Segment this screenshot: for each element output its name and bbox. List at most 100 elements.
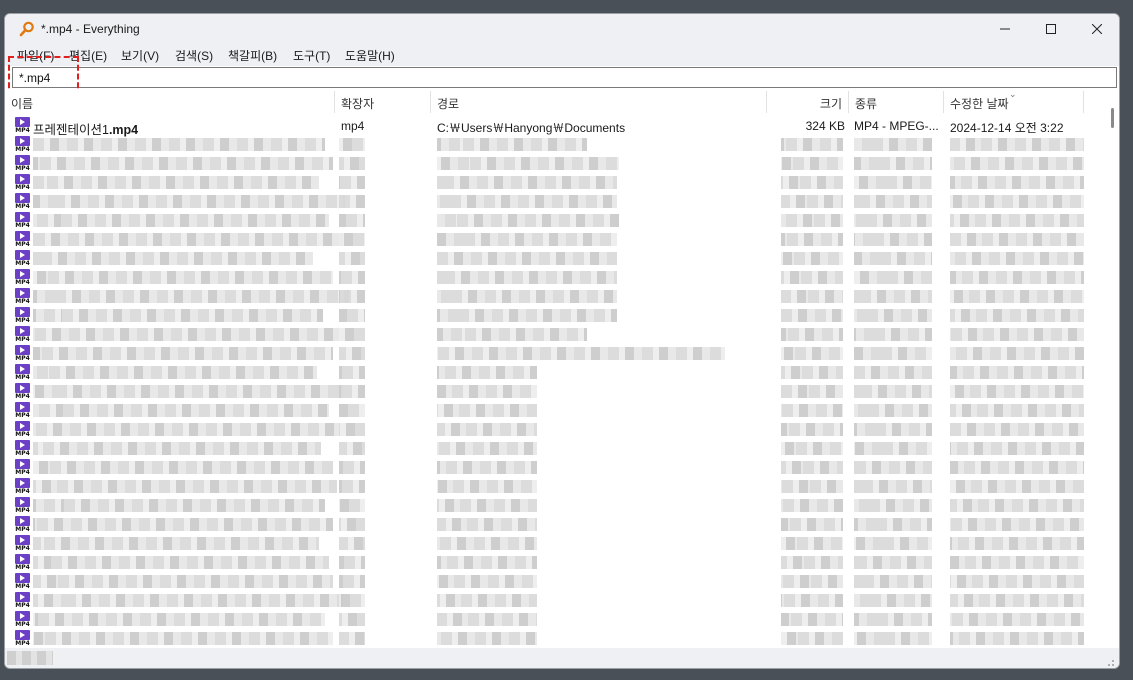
redacted-cell — [33, 176, 319, 189]
search-input[interactable] — [12, 67, 1117, 88]
table-row[interactable]: MP4 — [5, 135, 1103, 154]
mp4-file-icon: MP4 — [14, 193, 31, 210]
redacted-cell — [437, 632, 537, 645]
table-row[interactable]: MP4 — [5, 230, 1103, 249]
table-row[interactable]: MP4 프레젠테이션1.mp4 mp4 C:￦Users￦Hanyong￦Doc… — [5, 116, 1103, 137]
table-row[interactable]: MP4 — [5, 629, 1103, 648]
mp4-file-icon: MP4 — [14, 326, 31, 343]
redacted-cell — [854, 233, 932, 246]
redacted-cell — [33, 252, 313, 265]
column-name[interactable]: 이름 — [5, 91, 335, 113]
maximize-button[interactable] — [1028, 14, 1074, 44]
redacted-cell — [854, 594, 932, 607]
magnifier-icon — [19, 21, 34, 37]
table-row[interactable]: MP4 — [5, 439, 1103, 458]
scroll-thumb[interactable] — [1111, 108, 1114, 128]
table-row[interactable]: MP4 — [5, 477, 1103, 496]
file-path: C:￦Users￦Hanyong￦Documents — [437, 121, 626, 135]
redacted-cell — [854, 328, 932, 341]
table-row[interactable]: MP4 — [5, 268, 1103, 287]
mp4-file-icon: MP4 — [14, 611, 31, 628]
resize-grip-icon[interactable] — [1105, 657, 1115, 667]
table-row[interactable]: MP4 — [5, 192, 1103, 211]
redacted-cell — [437, 366, 537, 379]
redacted-cell — [33, 480, 337, 493]
table-row[interactable]: MP4 — [5, 553, 1103, 572]
table-row[interactable]: MP4 — [5, 401, 1103, 420]
menu-edit[interactable]: 편집(E) — [69, 47, 107, 64]
redacted-cell — [781, 309, 843, 322]
column-path[interactable]: 경로 — [431, 91, 767, 113]
column-type[interactable]: 종류 — [849, 91, 944, 113]
mp4-file-icon: MP4 — [14, 459, 31, 476]
table-row[interactable]: MP4 — [5, 610, 1103, 629]
column-extension[interactable]: 확장자 — [335, 91, 431, 113]
redacted-cell — [437, 271, 617, 284]
redacted-cell — [339, 556, 365, 569]
redacted-cell — [437, 499, 537, 512]
file-extension: mp4 — [341, 119, 365, 133]
redacted-cell — [339, 632, 365, 645]
redacted-cell — [437, 537, 537, 550]
close-button[interactable] — [1074, 14, 1119, 44]
table-row[interactable]: MP4 — [5, 211, 1103, 230]
redacted-cell — [854, 385, 932, 398]
redacted-cell — [33, 461, 333, 474]
title-bar[interactable]: *.mp4 - Everything — [5, 14, 1119, 44]
table-row[interactable]: MP4 — [5, 344, 1103, 363]
menu-search[interactable]: 검색(S) — [175, 47, 213, 64]
redacted-cell — [33, 613, 325, 626]
table-row[interactable]: MP4 — [5, 515, 1103, 534]
menu-help[interactable]: 도움말(H) — [345, 47, 395, 64]
table-row[interactable]: MP4 — [5, 458, 1103, 477]
redacted-cell — [437, 442, 537, 455]
mp4-file-icon: MP4 — [14, 269, 31, 286]
table-row[interactable]: MP4 — [5, 572, 1103, 591]
vertical-scrollbar[interactable] — [1106, 91, 1119, 648]
redacted-cell — [339, 214, 365, 227]
redacted-cell — [33, 309, 323, 322]
redacted-cell — [950, 138, 1084, 151]
table-row[interactable]: MP4 — [5, 154, 1103, 173]
mp4-file-icon: MP4 — [14, 630, 31, 647]
status-text-redacted — [7, 651, 53, 665]
menu-file[interactable]: 파일(F) — [17, 47, 54, 64]
redacted-cell — [33, 290, 349, 303]
table-row[interactable]: MP4 — [5, 306, 1103, 325]
redacted-cell — [854, 366, 932, 379]
redacted-cell — [33, 233, 343, 246]
redacted-cell — [950, 632, 1084, 645]
table-row[interactable]: MP4 — [5, 420, 1103, 439]
redacted-cell — [781, 632, 843, 645]
menu-bookmarks[interactable]: 책갈피(B) — [228, 47, 277, 64]
file-list[interactable]: MP4 프레젠테이션1.mp4 mp4 C:￦Users￦Hanyong￦Doc… — [5, 114, 1103, 648]
menu-view[interactable]: 보기(V) — [121, 47, 159, 64]
column-size[interactable]: 크기 — [767, 91, 849, 113]
redacted-cell — [437, 575, 537, 588]
mp4-file-icon: MP4 — [14, 136, 31, 153]
redacted-cell — [854, 613, 932, 626]
table-row[interactable]: MP4 — [5, 249, 1103, 268]
status-bar — [5, 648, 1119, 668]
redacted-cell — [950, 328, 1084, 341]
redacted-cell — [950, 537, 1084, 550]
table-row[interactable]: MP4 — [5, 173, 1103, 192]
redacted-cell — [33, 385, 343, 398]
mp4-file-icon: MP4 — [14, 497, 31, 514]
table-row[interactable]: MP4 — [5, 363, 1103, 382]
table-row[interactable]: MP4 — [5, 591, 1103, 610]
redacted-cell — [950, 556, 1084, 569]
table-row[interactable]: MP4 — [5, 325, 1103, 344]
table-row[interactable]: MP4 — [5, 534, 1103, 553]
maximize-icon — [1046, 24, 1056, 34]
table-row[interactable]: MP4 — [5, 382, 1103, 401]
mp4-file-icon: MP4 — [14, 535, 31, 552]
menu-tools[interactable]: 도구(T) — [293, 47, 330, 64]
redacted-cell — [950, 233, 1084, 246]
table-row[interactable]: MP4 — [5, 287, 1103, 306]
redacted-cell — [339, 385, 365, 398]
redacted-cell — [781, 366, 843, 379]
minimize-button[interactable] — [982, 14, 1028, 44]
table-row[interactable]: MP4 — [5, 496, 1103, 515]
redacted-cell — [781, 347, 843, 360]
